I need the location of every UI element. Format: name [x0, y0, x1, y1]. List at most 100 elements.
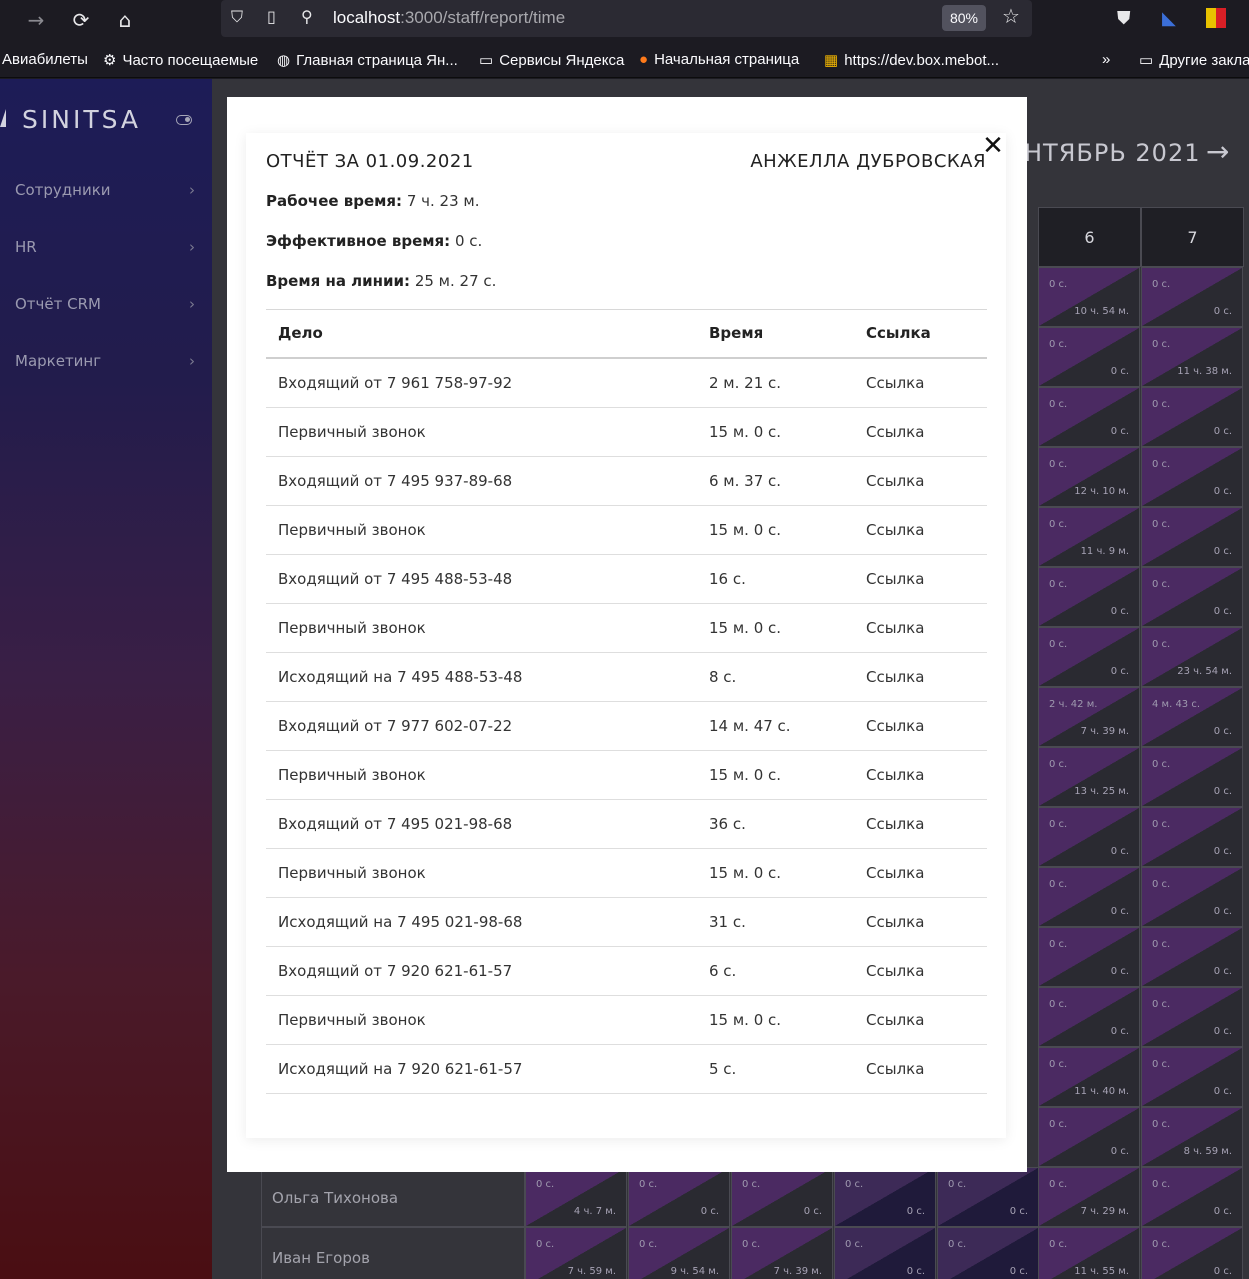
calendar-cell[interactable]: 0 с. 0 с.	[1038, 807, 1140, 867]
bookmark-item[interactable]: ▦ https://dev.box.mebot...	[824, 51, 999, 69]
permissions-icon[interactable]: ⚲	[301, 7, 313, 26]
calendar-cell[interactable]: 0 с. 0 с.	[1141, 747, 1243, 807]
calendar-cell[interactable]: 0 с. 0 с.	[834, 1167, 936, 1227]
calendar-cell[interactable]: 0 с. 0 с.	[1038, 627, 1140, 687]
cell-value-top: 0 с.	[1049, 759, 1068, 770]
cell-value-bottom: 7 ч. 39 м.	[1080, 726, 1129, 737]
time-cell: 36 с.	[709, 815, 746, 833]
address-bar[interactable]: ⛉ ▯ ⚲ localhost:3000/staff/report/time 8…	[221, 0, 1032, 37]
bookmark-label: Авиабилеты	[2, 51, 88, 68]
calendar-cell[interactable]: 0 с. 0 с.	[1141, 1047, 1243, 1107]
calendar-cell[interactable]: 0 с. 0 с.	[937, 1167, 1039, 1227]
bookmarks-overflow-icon[interactable]: »	[1102, 51, 1110, 68]
calendar-cell[interactable]: 0 с. 12 ч. 10 м.	[1038, 447, 1140, 507]
calendar-cell[interactable]: 0 с. 0 с.	[1141, 987, 1243, 1047]
calendar-cell[interactable]: 0 с. 23 ч. 54 м.	[1141, 627, 1243, 687]
forward-icon[interactable]: →	[22, 6, 50, 34]
calendar-cell[interactable]: 0 с. 0 с.	[1141, 267, 1243, 327]
calendar-cell[interactable]: 0 с. 0 с.	[1141, 507, 1243, 567]
bookmark-label: Часто посещаемые	[122, 52, 259, 69]
calendar-cell[interactable]: 0 с. 0 с.	[1141, 867, 1243, 927]
calendar-cell[interactable]: 0 с. 8 ч. 59 м.	[1141, 1107, 1243, 1167]
link-cell[interactable]: Ссылка	[866, 1011, 924, 1029]
calendar-cell[interactable]: 0 с. 0 с.	[1038, 327, 1140, 387]
calendar-cell[interactable]: 0 с. 0 с.	[731, 1167, 833, 1227]
calendar-cell[interactable]: 0 с. 0 с.	[937, 1227, 1039, 1279]
bookmark-item[interactable]: ◍ Главная страница Ян...	[277, 51, 458, 69]
link-cell[interactable]: Ссылка	[866, 570, 924, 588]
bookmark-item[interactable]: ● Начальная страница	[639, 51, 799, 68]
calendar-cell[interactable]: 0 с. 10 ч. 54 м.	[1038, 267, 1140, 327]
bookmark-item[interactable]: ▭ Другие закла	[1139, 51, 1249, 69]
stat-label: Рабочее время:	[266, 192, 403, 210]
link-cell[interactable]: Ссылка	[866, 374, 924, 392]
cell-background	[1142, 568, 1242, 626]
extension-icon[interactable]: ◣	[1162, 8, 1176, 29]
link-cell[interactable]: Ссылка	[866, 864, 924, 882]
cell-value-top: 4 м. 43 с.	[1152, 699, 1201, 710]
calendar-cell[interactable]: 0 с. 0 с.	[1141, 1227, 1243, 1279]
calendar-cell[interactable]: 0 с. 0 с.	[1141, 387, 1243, 447]
employee-name-cell[interactable]: Иван Егоров	[261, 1227, 525, 1279]
calendar-cell[interactable]: 2 ч. 42 м. 7 ч. 39 м.	[1038, 687, 1140, 747]
calendar-cell[interactable]: 0 с. 0 с.	[1141, 807, 1243, 867]
link-cell[interactable]: Ссылка	[866, 668, 924, 686]
calendar-cell[interactable]: 0 с. 0 с.	[1141, 927, 1243, 987]
calendar-cell[interactable]: 0 с. 0 с.	[1038, 927, 1140, 987]
reload-icon[interactable]: ⟳	[67, 6, 95, 34]
bookmark-item[interactable]: Авиабилеты	[2, 51, 88, 68]
link-cell[interactable]: Ссылка	[866, 1060, 924, 1078]
link-cell[interactable]: Ссылка	[866, 619, 924, 637]
calendar-cell[interactable]: 0 с. 4 ч. 7 м.	[525, 1167, 627, 1227]
cell-value-bottom: 0 с.	[1009, 1266, 1028, 1277]
zoom-indicator[interactable]: 80%	[942, 5, 986, 31]
time-cell: 16 с.	[709, 570, 746, 588]
calendar-cell[interactable]: 0 с. 11 ч. 38 м.	[1141, 327, 1243, 387]
bookmarks-bar: Авиабилеты ⚙ Часто посещаемые ◍ Главная ст…	[0, 40, 1249, 78]
calendar-cell[interactable]: 0 с. 0 с.	[1038, 987, 1140, 1047]
calendar-cell[interactable]: 0 с. 9 ч. 54 м.	[628, 1227, 730, 1279]
cell-background	[1039, 388, 1139, 446]
link-cell[interactable]: Ссылка	[866, 521, 924, 539]
link-cell[interactable]: Ссылка	[866, 815, 924, 833]
cell-value-top: 0 с.	[1049, 399, 1068, 410]
sidebar-item-hr[interactable]: HR ›	[15, 238, 195, 256]
calendar-cell[interactable]: 0 с. 11 ч. 9 м.	[1038, 507, 1140, 567]
calendar-cell[interactable]: 0 с. 0 с.	[1038, 867, 1140, 927]
link-cell[interactable]: Ссылка	[866, 766, 924, 784]
calendar-cell[interactable]: 0 с. 11 ч. 55 м.	[1038, 1227, 1140, 1279]
calendar-cell[interactable]: 4 м. 43 с. 0 с.	[1141, 687, 1243, 747]
link-cell[interactable]: Ссылка	[866, 472, 924, 490]
calendar-cell[interactable]: 0 с. 0 с.	[1141, 1167, 1243, 1227]
calendar-cell[interactable]: 0 с. 0 с.	[1038, 387, 1140, 447]
calendar-cell[interactable]: 0 с. 0 с.	[834, 1227, 936, 1279]
link-cell[interactable]: Ссылка	[866, 913, 924, 931]
calendar-cell[interactable]: 0 с. 11 ч. 40 м.	[1038, 1047, 1140, 1107]
calendar-cell[interactable]: 0 с. 13 ч. 25 м.	[1038, 747, 1140, 807]
bookmark-item[interactable]: ⚙ Часто посещаемые	[103, 51, 258, 69]
calendar-cell[interactable]: 0 с. 0 с.	[1038, 1107, 1140, 1167]
employee-name-cell[interactable]: Ольга Тихонова	[261, 1167, 525, 1227]
bookmark-star-icon[interactable]: ☆	[1002, 4, 1020, 28]
calendar-cell[interactable]: 0 с. 0 с.	[1141, 447, 1243, 507]
shield-icon[interactable]: ⛉	[231, 7, 243, 27]
sidebar-item-employees[interactable]: Сотрудники ›	[15, 181, 195, 199]
bookmark-item[interactable]: ▭ Сервисы Яндекса	[479, 51, 624, 69]
link-cell[interactable]: Ссылка	[866, 962, 924, 980]
calendar-cell[interactable]: 0 с. 7 ч. 29 м.	[1038, 1167, 1140, 1227]
pocket-icon[interactable]: ⛊	[1117, 8, 1131, 29]
next-month-arrow-icon[interactable]: →	[1206, 135, 1229, 168]
calendar-cell[interactable]: 0 с. 0 с.	[1141, 567, 1243, 627]
link-cell[interactable]: Ссылка	[866, 717, 924, 735]
home-icon[interactable]: ⌂	[111, 6, 139, 34]
sidebar-item-crm-report[interactable]: Отчёт CRM ›	[15, 295, 195, 313]
calendar-cell[interactable]: 0 с. 0 с.	[628, 1167, 730, 1227]
link-cell[interactable]: Ссылка	[866, 423, 924, 441]
calendar-cell[interactable]: 0 с. 7 ч. 39 м.	[731, 1227, 833, 1279]
sidebar-toggle[interactable]	[176, 115, 192, 125]
calendar-cell[interactable]: 0 с. 7 ч. 59 м.	[525, 1227, 627, 1279]
sidebar-item-marketing[interactable]: Маркетинг ›	[15, 352, 195, 370]
flag-extension-icon[interactable]	[1206, 8, 1226, 28]
url-text[interactable]: localhost:3000/staff/report/time	[333, 8, 565, 28]
calendar-cell[interactable]: 0 с. 0 с.	[1038, 567, 1140, 627]
